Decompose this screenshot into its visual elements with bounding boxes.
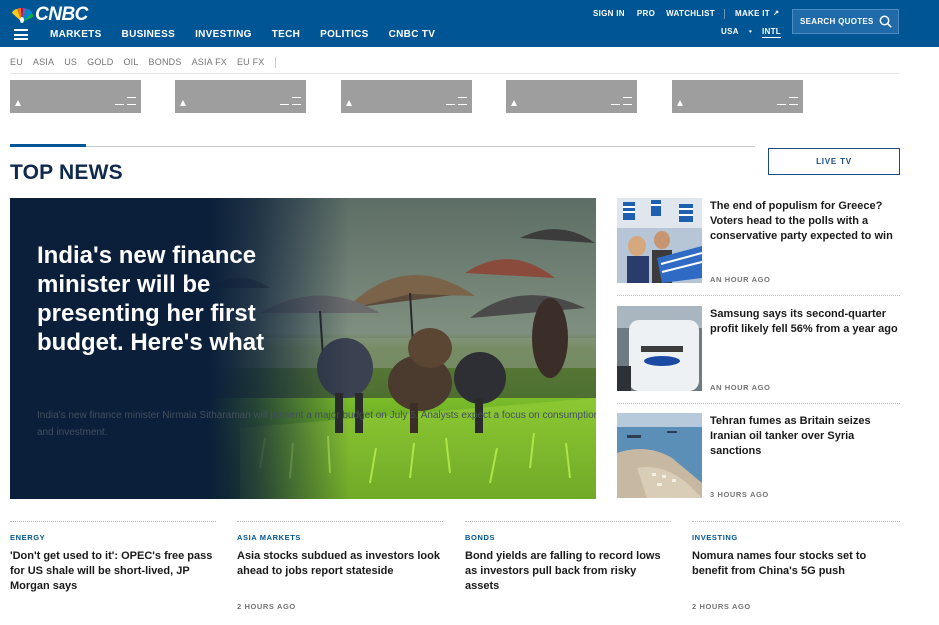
search-quotes-label: SEARCH QUOTES — [800, 17, 874, 26]
header-divider — [724, 9, 725, 19]
up-arrow-icon — [677, 100, 683, 106]
peacock-icon — [12, 7, 34, 23]
market-quote-card[interactable] — [175, 80, 306, 113]
hero-title[interactable]: India's new finance minister will be pre… — [37, 241, 317, 357]
search-quotes-button[interactable]: SEARCH QUOTES — [792, 9, 899, 34]
greece-rally-photo — [617, 198, 702, 283]
side-story[interactable]: Tehran fumes as Britain seizes Iranian o… — [617, 413, 900, 503]
markets-tab-eu-fx[interactable]: EU FX — [237, 57, 265, 68]
nav-business[interactable]: BUSINESS — [122, 29, 176, 41]
story-divider — [617, 295, 900, 296]
up-arrow-icon — [180, 100, 186, 106]
nav-markets[interactable]: MARKETS — [50, 29, 102, 41]
menu-icon[interactable] — [14, 29, 28, 40]
pro-link[interactable]: PRO — [637, 9, 655, 18]
card-divider — [692, 521, 900, 522]
news-card[interactable]: ASIA MARKETS Asia stocks subdued as inve… — [237, 533, 443, 579]
story-divider — [617, 403, 900, 404]
hero-description: India's new finance minister Nirmala Sit… — [37, 410, 596, 438]
news-card[interactable]: INVESTING Nomura names four stocks set t… — [692, 533, 898, 579]
market-quote-card[interactable] — [506, 80, 637, 113]
card-divider — [465, 521, 671, 522]
side-story-time: 3 HOURS AGO — [710, 490, 769, 499]
story-thumbnail[interactable] — [617, 306, 702, 391]
story-thumbnail[interactable] — [617, 413, 702, 498]
card-category[interactable]: ASIA MARKETS — [237, 533, 443, 543]
card-time: 2 HOURS AGO — [237, 602, 296, 611]
search-icon — [879, 15, 892, 28]
markets-tabs-divider — [274, 57, 276, 68]
region-separator: • — [749, 27, 753, 36]
side-story[interactable]: The end of populism for Greece? Voters h… — [617, 198, 900, 288]
region-intl[interactable]: INTL — [762, 27, 781, 38]
hero-story[interactable]: India's new finance minister will be pre… — [10, 198, 596, 499]
section-rule — [86, 146, 755, 147]
section-title: TOP NEWS — [10, 161, 123, 184]
gibraltar-aerial-photo — [617, 413, 702, 498]
up-arrow-icon — [346, 100, 352, 106]
nav-politics[interactable]: POLITICS — [320, 29, 369, 41]
samsung-sign-photo — [617, 306, 702, 391]
side-story-title[interactable]: Samsung says its second-quarter profit l… — [710, 307, 900, 337]
make-it-link[interactable]: MAKE IT ↗ — [735, 9, 780, 18]
sign-in-link[interactable]: SIGN IN — [593, 9, 625, 18]
markets-tab-oil[interactable]: OIL — [123, 57, 138, 68]
market-quote-card[interactable] — [672, 80, 803, 113]
nav-cnbc-tv[interactable]: CNBC TV — [389, 29, 436, 41]
cnbc-logo[interactable]: CNBC — [10, 4, 88, 25]
side-story-title[interactable]: Tehran fumes as Britain seizes Iranian o… — [710, 414, 900, 459]
side-story-time: AN HOUR AGO — [710, 275, 771, 284]
section-rule-accent — [10, 144, 86, 147]
markets-tabs: EU ASIA US GOLD OIL BONDS ASIA FX EU FX — [10, 57, 276, 68]
card-divider — [10, 521, 216, 522]
markets-tab-bonds[interactable]: BONDS — [149, 57, 182, 68]
news-card[interactable]: ENERGY 'Don't get used to it': OPEC's fr… — [10, 533, 216, 594]
site-header: CNBC MARKETS BUSINESS INVESTING TECH POL… — [0, 0, 939, 47]
card-title[interactable]: 'Don't get used to it': OPEC's free pass… — [10, 549, 216, 594]
card-time: 2 HOURS AGO — [692, 602, 751, 611]
region-usa[interactable]: USA — [721, 27, 739, 36]
watchlist-link[interactable]: WATCHLIST — [666, 9, 715, 18]
card-category[interactable]: INVESTING — [692, 533, 898, 543]
markets-tab-us[interactable]: US — [64, 57, 77, 68]
news-card[interactable]: BONDS Bond yields are falling to record … — [465, 533, 671, 594]
markets-tab-asia-fx[interactable]: ASIA FX — [192, 57, 227, 68]
markets-tab-eu[interactable]: EU — [10, 57, 23, 68]
card-divider — [237, 521, 443, 522]
market-quote-card[interactable] — [10, 80, 141, 113]
market-quote-card[interactable] — [341, 80, 472, 113]
up-arrow-icon — [15, 100, 21, 106]
card-title[interactable]: Asia stocks subdued as investors look ah… — [237, 549, 443, 579]
card-title[interactable]: Bond yields are falling to record lows a… — [465, 549, 671, 594]
side-story-time: AN HOUR AGO — [710, 383, 771, 392]
account-links: SIGN IN PRO WATCHLIST — [593, 9, 715, 18]
nav-investing[interactable]: INVESTING — [195, 29, 252, 41]
markets-tab-gold[interactable]: GOLD — [87, 57, 113, 68]
nav-tech[interactable]: TECH — [272, 29, 300, 41]
card-category[interactable]: BONDS — [465, 533, 671, 543]
up-arrow-icon — [511, 100, 517, 106]
side-story-title[interactable]: The end of populism for Greece? Voters h… — [710, 199, 900, 244]
main-nav: MARKETS BUSINESS INVESTING TECH POLITICS… — [50, 29, 455, 41]
logo-wordmark: CNBC — [35, 4, 88, 25]
card-title[interactable]: Nomura names four stocks set to benefit … — [692, 549, 898, 579]
markets-tab-asia[interactable]: ASIA — [33, 57, 54, 68]
card-category[interactable]: ENERGY — [10, 533, 216, 543]
live-tv-button[interactable]: LIVE TV — [768, 148, 900, 175]
story-thumbnail[interactable] — [617, 198, 702, 283]
side-story[interactable]: Samsung says its second-quarter profit l… — [617, 306, 900, 396]
markets-divider — [10, 73, 899, 74]
